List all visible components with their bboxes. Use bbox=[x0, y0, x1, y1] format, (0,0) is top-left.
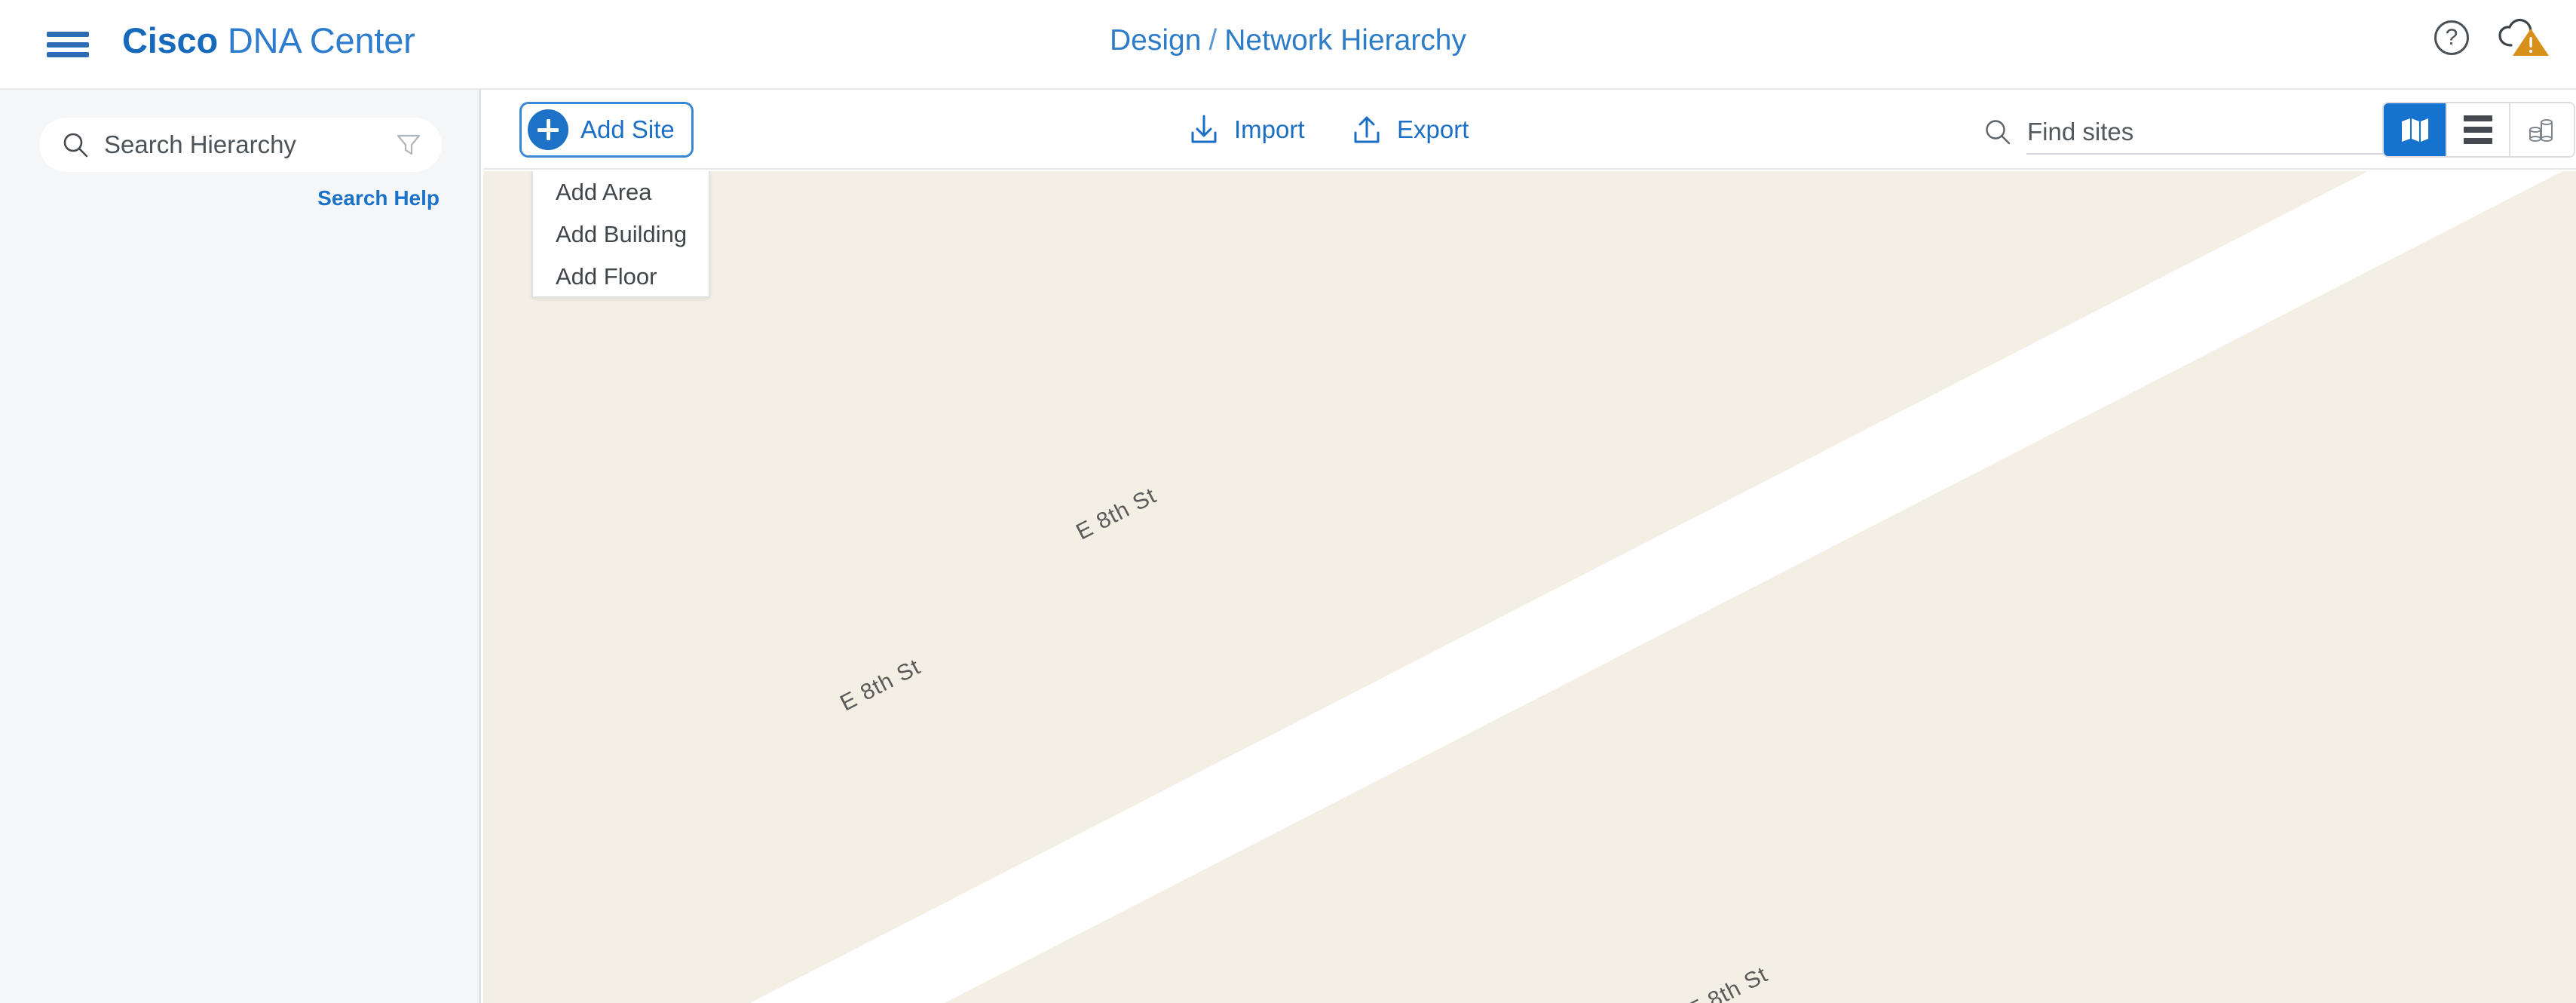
find-sites-input[interactable]: Find sites bbox=[1983, 109, 2383, 155]
hierarchy-toolbar: Add Site Import Export Find sites bbox=[483, 90, 2576, 170]
cloud-warning-icon[interactable] bbox=[2498, 18, 2550, 57]
plus-circle-icon bbox=[528, 109, 568, 150]
add-site-label: Add Site bbox=[580, 115, 675, 143]
view-toggle-map-view[interactable] bbox=[2384, 103, 2447, 156]
list-line bbox=[2464, 127, 2492, 133]
breadcrumb-parent[interactable]: Design bbox=[1110, 24, 1201, 57]
street-label: E 8th St bbox=[1072, 483, 1161, 545]
menu-item-add-floor[interactable]: Add Floor bbox=[533, 256, 709, 298]
menu-item-add-area[interactable]: Add Area bbox=[533, 171, 709, 213]
list-line bbox=[2464, 115, 2492, 121]
list-line bbox=[2464, 138, 2492, 144]
export-button[interactable]: Export bbox=[1349, 106, 1469, 153]
add-site-button[interactable]: Add Site bbox=[519, 102, 694, 158]
export-upload-icon bbox=[1354, 116, 1380, 143]
export-label: Export bbox=[1397, 115, 1469, 143]
app-header: Cisco DNA Center Design / Network Hierarch… bbox=[0, 0, 2576, 90]
site-map-canvas[interactable]: E 8th St E 8th St E 8th St bbox=[483, 171, 2576, 1003]
search-hierarchy-placeholder: Search Hierarchy bbox=[104, 130, 296, 158]
street-label: E 8th St bbox=[1683, 962, 1772, 1003]
import-download-icon bbox=[1191, 115, 1217, 143]
find-sites-underline bbox=[2026, 153, 2383, 155]
breadcrumb-separator: / bbox=[1208, 24, 1218, 57]
hierarchy-sidebar: Search Hierarchy Search Help bbox=[0, 90, 481, 1003]
add-site-dropdown-menu: Add Area Add Building Add Floor bbox=[531, 171, 710, 298]
import-label: Import bbox=[1234, 115, 1305, 143]
list-lines-icon bbox=[2464, 115, 2492, 144]
filter-funnel-icon[interactable] bbox=[397, 133, 421, 156]
view-toggle-group bbox=[2382, 102, 2575, 158]
buildings-3d-icon bbox=[2529, 119, 2553, 142]
find-sites-placeholder: Find sites bbox=[2027, 118, 2134, 146]
cloud-warning-svg bbox=[2498, 18, 2549, 56]
help-circle-icon[interactable]: ? bbox=[2434, 20, 2469, 55]
breadcrumb-current[interactable]: Network Hierarchy bbox=[1224, 24, 1466, 57]
search-help-link[interactable]: Search Help bbox=[317, 186, 440, 210]
search-icon bbox=[63, 133, 88, 158]
search-icon bbox=[1986, 120, 2011, 145]
view-toggle-building-view[interactable] bbox=[2510, 103, 2574, 156]
header-actions: ? bbox=[2434, 18, 2550, 57]
road-e-8th-st bbox=[584, 171, 2576, 1003]
menu-item-add-building[interactable]: Add Building bbox=[533, 213, 709, 256]
view-toggle-list-view[interactable] bbox=[2447, 103, 2510, 156]
import-button[interactable]: Import bbox=[1186, 106, 1305, 153]
search-hierarchy-input[interactable]: Search Hierarchy bbox=[39, 118, 442, 172]
street-label: E 8th St bbox=[836, 654, 925, 716]
breadcrumb: Design / Network Hierarchy bbox=[0, 24, 2576, 57]
map-folded-icon bbox=[2402, 118, 2428, 142]
